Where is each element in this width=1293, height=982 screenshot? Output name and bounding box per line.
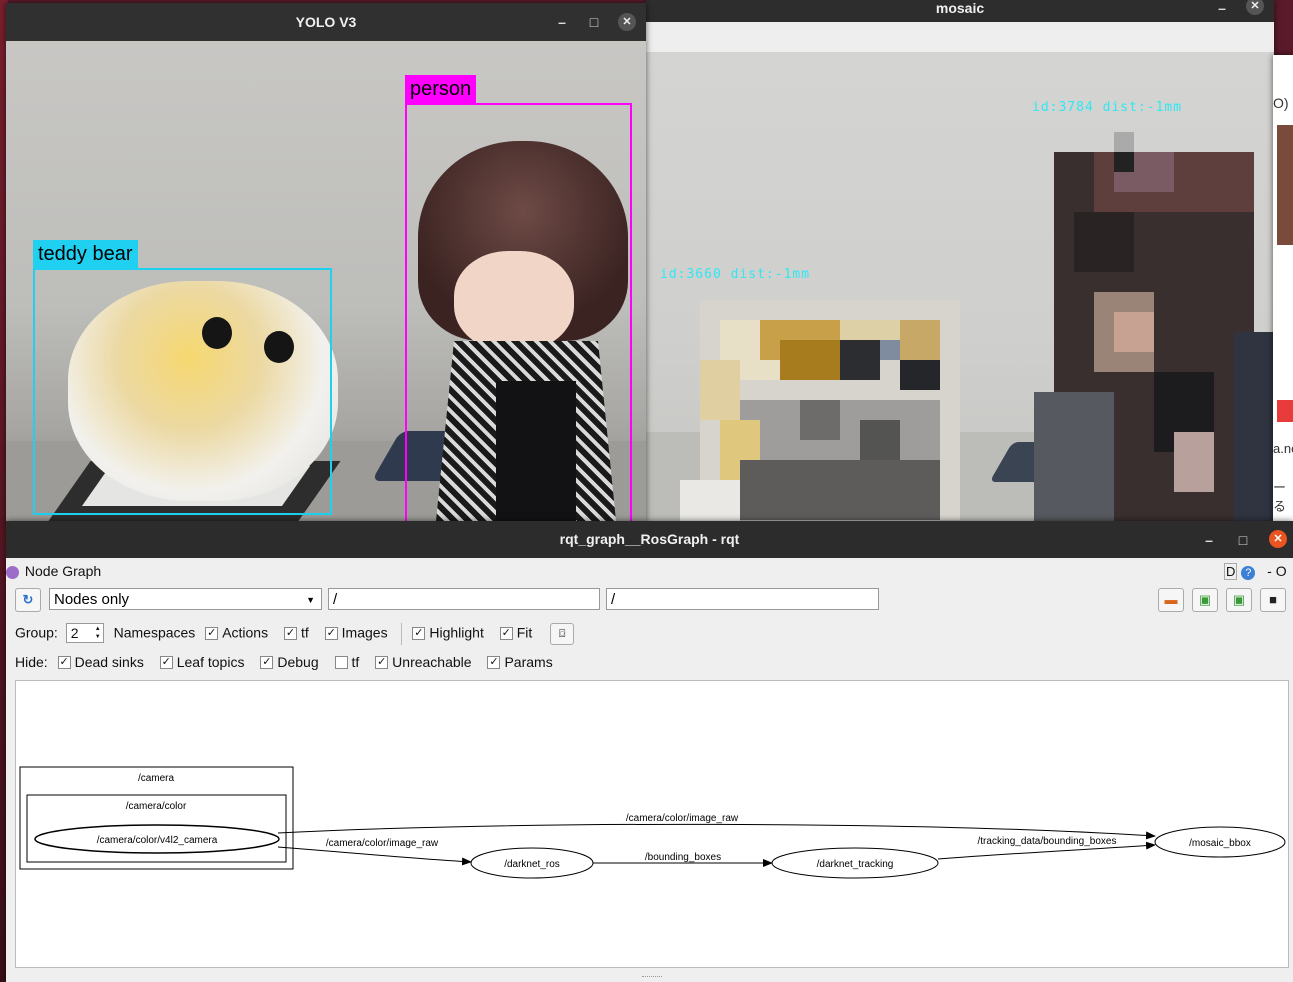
cluster-label: /camera	[138, 773, 175, 784]
graph-edge-label: /camera/color/image_raw	[626, 813, 739, 824]
fit-checkbox[interactable]: ✓	[499, 626, 513, 640]
rqt-window: rqt_graph__RosGraph - rqt – □ ✕ Node Gra…	[6, 521, 1293, 982]
group-spinbox-value: 2	[70, 625, 79, 641]
yolo-minimize-button[interactable]: –	[548, 3, 576, 41]
graph-edge	[277, 846, 472, 866]
dock-button[interactable]: D	[1224, 563, 1238, 580]
mode-select[interactable]: Nodes only ▼	[49, 588, 322, 610]
cluster-label: /camera/color	[126, 801, 187, 812]
track-label: id:3660 dist:-1mm	[660, 267, 811, 282]
tf-label: tf	[301, 624, 309, 641]
actions-checkbox[interactable]: ✓	[205, 626, 219, 640]
tf-checkbox[interactable]: ✓	[284, 626, 297, 640]
hide-tf-label: tf	[351, 654, 360, 670]
group-spinbox[interactable]: 2 ▲ ▼	[65, 623, 104, 643]
save-image-icon[interactable]: ■	[1260, 588, 1286, 612]
toolbar-separator	[401, 623, 403, 645]
graph-edge	[277, 823, 1156, 840]
rqt-titlebar[interactable]: rqt_graph__RosGraph - rqt – □ ✕	[6, 521, 1293, 558]
graph-node-label: /mosaic_bbox	[1189, 838, 1251, 849]
ros-graph: /camera /camera/color /camera/color/v4l2…	[19, 766, 1286, 879]
images-label: Images	[341, 624, 388, 641]
graph-node-label: /darknet_ros	[504, 859, 560, 870]
track-label: id:3784 dist:-1mm	[1032, 100, 1183, 115]
graph-edge	[937, 841, 1156, 860]
highlight-checkbox[interactable]: ✓	[412, 626, 426, 640]
yolo-title: YOLO V3	[295, 14, 357, 30]
yolo-window: YOLO V3 – □ ✕ teddy bear person	[6, 3, 646, 523]
group-row: Group: 2 ▲ ▼ Namespaces ✓ Actions ✓ tf ✓ Ima…	[15, 623, 575, 645]
rqt-maximize-button[interactable]: □	[1229, 521, 1257, 559]
plugin-title: Node Graph	[24, 563, 102, 579]
resize-handle[interactable]	[642, 976, 662, 979]
detection-label: teddy bear	[33, 240, 138, 268]
graph-edge-label: /camera/color/image_raw	[326, 838, 439, 849]
edge-text: ーる	[1273, 480, 1287, 514]
graph-edge-label: /bounding_boxes	[645, 852, 721, 863]
fit-label: Fit	[516, 624, 533, 641]
detection-label: person	[405, 75, 477, 103]
node-filter-value: /	[333, 591, 338, 608]
dead-sinks-label: Dead sinks	[74, 654, 144, 670]
save-dot-icon[interactable]: ▣	[1192, 588, 1218, 612]
edge-text: O)	[1273, 95, 1289, 111]
yolo-titlebar[interactable]: YOLO V3 – □ ✕	[6, 3, 646, 41]
plugin-controls: D ? - O	[1224, 563, 1287, 580]
rqt-minimize-button[interactable]: –	[1195, 521, 1223, 559]
close-plugin-button[interactable]: - O	[1267, 563, 1286, 579]
save-svg-icon[interactable]: ▣	[1226, 588, 1252, 612]
hide-label: Hide:	[15, 654, 48, 670]
debug-checkbox[interactable]: ✓	[260, 655, 274, 669]
help-icon[interactable]: ?	[1241, 566, 1256, 580]
mode-select-value: Nodes only	[54, 591, 130, 608]
params-checkbox[interactable]: ✓	[487, 655, 501, 669]
leaf-topics-checkbox[interactable]: ✓	[159, 655, 173, 669]
graph-canvas[interactable]: /camera /camera/color /camera/color/v4l2…	[15, 680, 1289, 968]
mosaic-window: mosaic – ✕ id:3784 dist:-1mm id:3660 dis…	[646, 0, 1274, 523]
open-file-icon[interactable]: ▬	[1158, 588, 1184, 612]
mosaic-close-button[interactable]: ✕	[1246, 0, 1264, 15]
hide-row: Hide: ✓ Dead sinks ✓ Leaf topics ✓ Debug tf…	[15, 654, 553, 671]
detection-box-teddy-bear	[33, 268, 332, 515]
actions-label: Actions	[222, 624, 269, 641]
debug-label: Debug	[277, 654, 319, 670]
rqt-close-button[interactable]: ✕	[1269, 530, 1287, 548]
mosaic-title: mosaic	[935, 0, 985, 16]
params-label: Params	[504, 654, 553, 670]
refresh-icon[interactable]: ↻	[15, 588, 41, 612]
namespaces-label: Namespaces	[113, 624, 196, 641]
rqt-title: rqt_graph__RosGraph - rqt	[559, 531, 740, 547]
yolo-image: teddy bear person	[6, 41, 646, 523]
graph-node-label: /darknet_tracking	[817, 859, 894, 870]
group-label: Group:	[15, 624, 58, 641]
images-checkbox[interactable]: ✓	[324, 626, 338, 640]
yolo-maximize-button[interactable]: □	[580, 3, 608, 41]
dead-sinks-checkbox[interactable]: ✓	[57, 655, 71, 669]
chevron-down-icon: ▼	[306, 595, 315, 605]
unreachable-checkbox[interactable]: ✓	[375, 655, 389, 669]
edge-text: a.ne	[1273, 441, 1293, 456]
topic-filter-input[interactable]: /	[606, 588, 879, 610]
node-graph-icon	[6, 565, 19, 579]
hide-tf-checkbox[interactable]	[334, 655, 348, 669]
leaf-topics-label: Leaf topics	[176, 654, 245, 670]
spinbox-arrows-icon[interactable]: ▲ ▼	[95, 625, 101, 641]
background-window-edge: O) a.ne ーる	[1273, 55, 1293, 523]
graph-edge-label: /tracking_data/bounding_boxes	[978, 836, 1117, 847]
mosaic-image: id:3784 dist:-1mm id:3660 dist:-1mm	[646, 52, 1274, 523]
fit-view-icon[interactable]: ⌼	[550, 623, 575, 645]
unreachable-label: Unreachable	[392, 654, 472, 670]
highlight-label: Highlight	[429, 624, 484, 641]
plugin-header: Node Graph	[6, 563, 101, 579]
topic-filter-value: /	[611, 591, 616, 608]
mosaic-minimize-button[interactable]: –	[1208, 0, 1236, 22]
yolo-close-button[interactable]: ✕	[618, 13, 636, 31]
graph-node-label: /camera/color/v4l2_camera	[97, 835, 218, 846]
node-filter-input[interactable]: /	[328, 588, 600, 610]
detection-box-person	[405, 103, 632, 523]
mosaic-titlebar[interactable]: mosaic – ✕	[646, 0, 1274, 22]
